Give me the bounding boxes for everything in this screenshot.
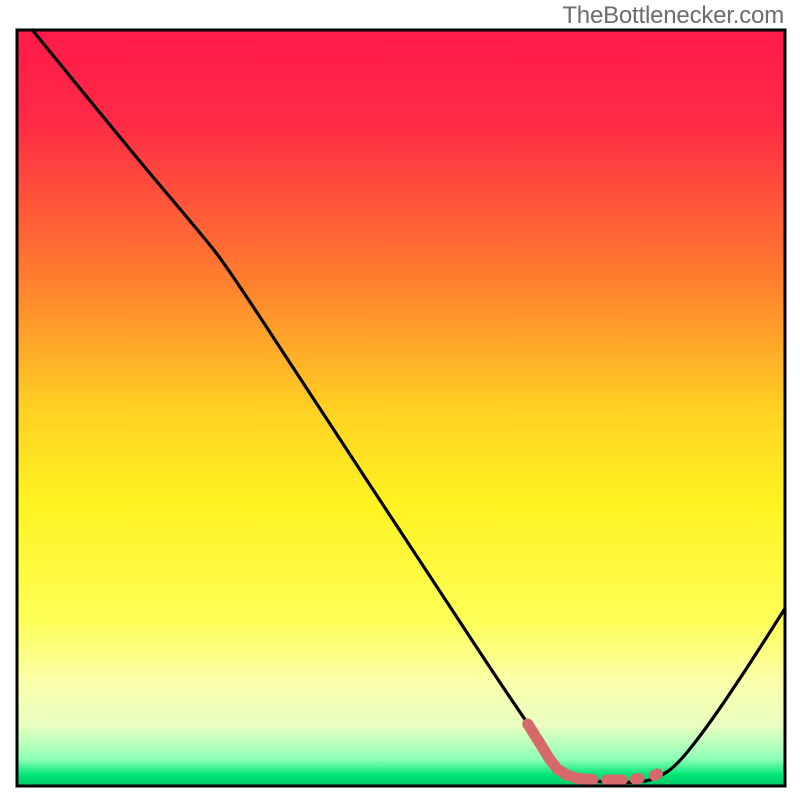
optimal-range-marker: [635, 778, 639, 779]
chart-container: TheBottlenecker.com: [0, 0, 800, 800]
optimal-range-marker: [654, 774, 657, 776]
gradient-background: [17, 30, 785, 786]
optimal-range-marker: [578, 778, 593, 779]
watermark-text: TheBottlenecker.com: [562, 2, 784, 30]
bottleneck-chart: [0, 0, 800, 800]
